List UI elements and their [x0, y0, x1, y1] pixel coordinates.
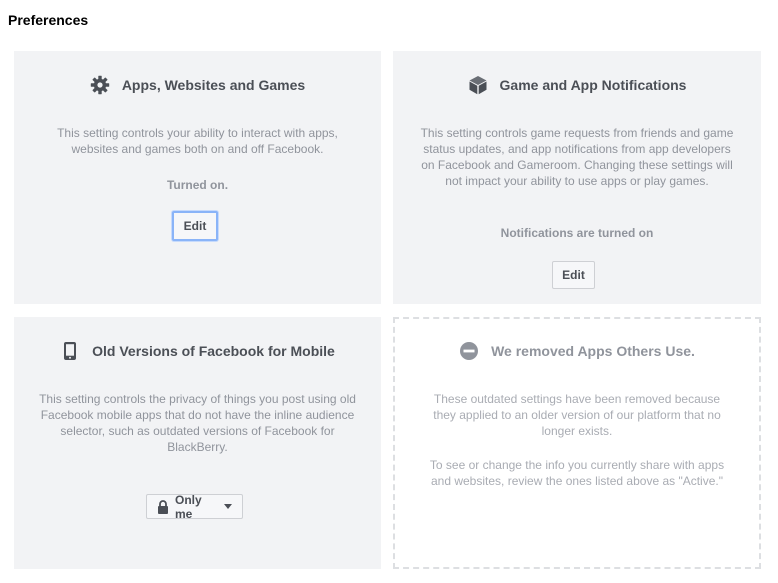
mobile-card-header: Old Versions of Facebook for Mobile [14, 341, 381, 361]
privacy-selector-button[interactable]: Only me [146, 492, 243, 521]
removed-card-description-2: To see or change the info you currently … [429, 458, 725, 488]
notifications-card-description: This setting controls game requests from… [420, 126, 734, 188]
apps-card-description: This setting controls your ability to in… [57, 126, 338, 156]
removed-card-header: We removed Apps Others Use. [395, 341, 759, 361]
old-mobile-versions-card: Old Versions of Facebook for Mobile This… [14, 317, 381, 569]
removed-card-description-1: These outdated settings have been remove… [433, 392, 721, 438]
mobile-card-description: This setting controls the privacy of thi… [39, 392, 356, 454]
notifications-card-header: Game and App Notifications [393, 75, 761, 95]
removed-apps-others-use-card: We removed Apps Others Use. These outdat… [393, 317, 761, 569]
gear-icon [90, 75, 110, 95]
chevron-down-icon [224, 504, 232, 509]
lock-icon [157, 499, 169, 514]
minus-circle-icon [459, 341, 479, 361]
notifications-edit-button[interactable]: Edit [552, 261, 595, 289]
apps-card-title: Apps, Websites and Games [121, 77, 306, 93]
apps-card-header: Apps, Websites and Games [14, 75, 381, 95]
game-app-notifications-card: Game and App Notifications This setting … [393, 51, 761, 304]
notifications-card-status: Notifications are turned on [500, 226, 654, 240]
removed-card-title: We removed Apps Others Use. [491, 343, 695, 359]
privacy-selector-label: Only me [175, 492, 202, 521]
apps-edit-button[interactable]: Edit [172, 211, 218, 241]
phone-icon [60, 341, 80, 361]
apps-websites-games-card: Apps, Websites and Games This setting co… [14, 51, 381, 304]
mobile-card-title: Old Versions of Facebook for Mobile [92, 343, 335, 359]
apps-card-status: Turned on. [166, 178, 229, 192]
cube-icon [468, 75, 488, 95]
notifications-card-title: Game and App Notifications [499, 77, 687, 93]
page-title: Preferences [8, 12, 89, 28]
